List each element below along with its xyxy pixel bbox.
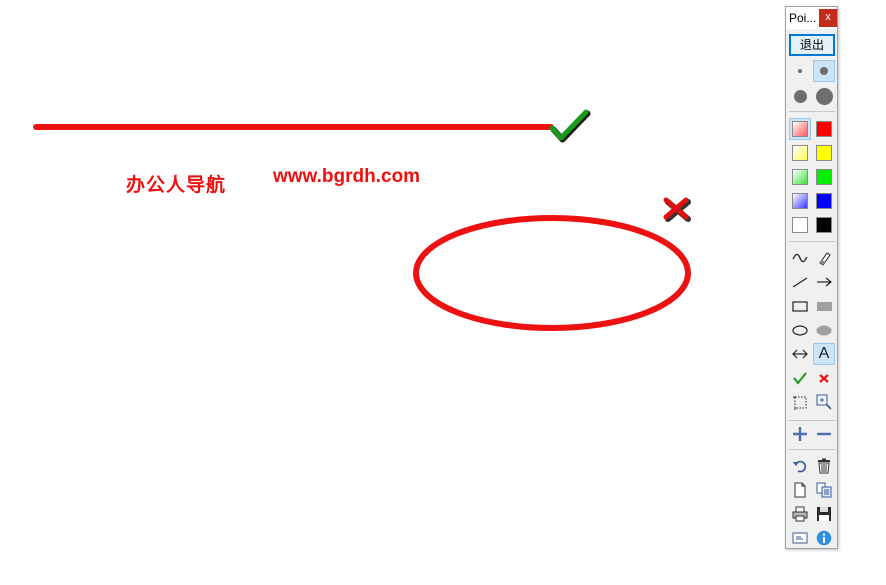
- trash-icon: [818, 458, 830, 474]
- undo-icon: [793, 460, 807, 473]
- rectangle-icon: [792, 301, 808, 312]
- checkmark-icon: [793, 372, 807, 385]
- ellipse-tool-button[interactable]: [789, 319, 811, 341]
- double-arrow-icon: [792, 349, 808, 359]
- drawn-red-ellipse: [413, 215, 691, 331]
- freehand-icon: [792, 253, 808, 263]
- zoom-in-button[interactable]: [789, 423, 811, 445]
- eraser-tool-button[interactable]: [813, 247, 835, 269]
- crop-select-icon: [793, 396, 807, 410]
- swatch-yellow-light: [792, 145, 808, 161]
- ellipse-icon: [792, 325, 808, 336]
- line-tool-button[interactable]: [789, 271, 811, 293]
- freehand-tool-button[interactable]: [789, 247, 811, 269]
- separator: [789, 241, 835, 242]
- arrow-tool-button[interactable]: [813, 271, 835, 293]
- filled-rectangle-icon: [817, 302, 832, 311]
- cross-icon: [819, 374, 829, 383]
- zoom-tool-button[interactable]: [813, 391, 835, 413]
- minus-icon: [817, 432, 831, 436]
- dot-large-icon: [793, 89, 807, 103]
- color-black-button[interactable]: [813, 214, 835, 236]
- pen-size-small-button[interactable]: [789, 60, 811, 82]
- plus-icon: [793, 427, 807, 441]
- print-button[interactable]: [789, 503, 811, 525]
- undo-button[interactable]: [789, 455, 811, 477]
- screen-icon: [792, 532, 808, 544]
- line-icon: [792, 277, 808, 288]
- swatch-black: [816, 217, 832, 233]
- window-title: Poi...: [789, 11, 817, 25]
- swatch-red-light: [792, 121, 808, 137]
- zoom-out-button[interactable]: [813, 423, 835, 445]
- color-green-highlight-button[interactable]: [789, 166, 811, 188]
- color-red-button[interactable]: [813, 118, 835, 140]
- copy-button[interactable]: [813, 479, 835, 501]
- arrow-icon: [817, 277, 832, 287]
- toolbar-titlebar[interactable]: Poi... x: [786, 7, 837, 29]
- color-yellow-highlight-button[interactable]: [789, 142, 811, 164]
- print-icon: [792, 506, 808, 522]
- exit-button[interactable]: 退出: [789, 34, 835, 56]
- pen-size-large-button[interactable]: [789, 85, 811, 107]
- cross-tool-button[interactable]: [813, 367, 835, 389]
- swatch-white: [792, 217, 808, 233]
- screen-button[interactable]: [789, 527, 811, 549]
- eraser-icon: [819, 252, 831, 266]
- drawn-cross-icon: [663, 197, 691, 222]
- swatch-blue-light: [792, 193, 808, 209]
- separator: [789, 449, 835, 450]
- info-button[interactable]: [813, 527, 835, 549]
- color-white-button[interactable]: [789, 214, 811, 236]
- text-tool-button[interactable]: A: [813, 343, 835, 365]
- color-green-button[interactable]: [813, 166, 835, 188]
- save-icon: [817, 507, 831, 521]
- delete-button[interactable]: [813, 455, 835, 477]
- double-arrow-tool-button[interactable]: [789, 343, 811, 365]
- new-page-button[interactable]: [789, 479, 811, 501]
- crop-select-tool-button[interactable]: [789, 391, 811, 413]
- canvas-text-url: www.bgrdh.com: [273, 166, 421, 187]
- swatch-red: [816, 121, 832, 137]
- save-button[interactable]: [813, 503, 835, 525]
- filled-rectangle-tool-button[interactable]: [813, 295, 835, 317]
- checkmark-tool-button[interactable]: [789, 367, 811, 389]
- dot-small-icon: [798, 69, 802, 73]
- swatch-green-light: [792, 169, 808, 185]
- pen-size-medium-button[interactable]: [813, 60, 835, 82]
- color-yellow-button[interactable]: [813, 142, 835, 164]
- rectangle-tool-button[interactable]: [789, 295, 811, 317]
- copy-icon: [816, 482, 832, 498]
- swatch-blue: [816, 193, 832, 209]
- swatch-green: [816, 169, 832, 185]
- drawing-canvas[interactable]: [0, 0, 886, 585]
- color-red-highlight-button[interactable]: [789, 118, 811, 140]
- pointofix-toolbar: Poi... x 退出 A: [785, 6, 838, 549]
- filled-ellipse-icon: [816, 325, 832, 336]
- dot-xlarge-icon: [815, 87, 833, 105]
- pen-size-xlarge-button[interactable]: [813, 85, 835, 107]
- swatch-yellow: [816, 145, 832, 161]
- color-blue-button[interactable]: [813, 190, 835, 212]
- canvas-text-chinese: 办公人导航: [126, 174, 227, 196]
- separator: [789, 111, 835, 112]
- zoom-icon: [816, 394, 832, 410]
- color-blue-highlight-button[interactable]: [789, 190, 811, 212]
- separator: [789, 420, 835, 421]
- info-icon: [816, 530, 832, 546]
- close-button[interactable]: x: [819, 9, 837, 27]
- new-page-icon: [794, 482, 806, 498]
- dot-medium-icon: [820, 67, 828, 75]
- filled-ellipse-tool-button[interactable]: [813, 319, 835, 341]
